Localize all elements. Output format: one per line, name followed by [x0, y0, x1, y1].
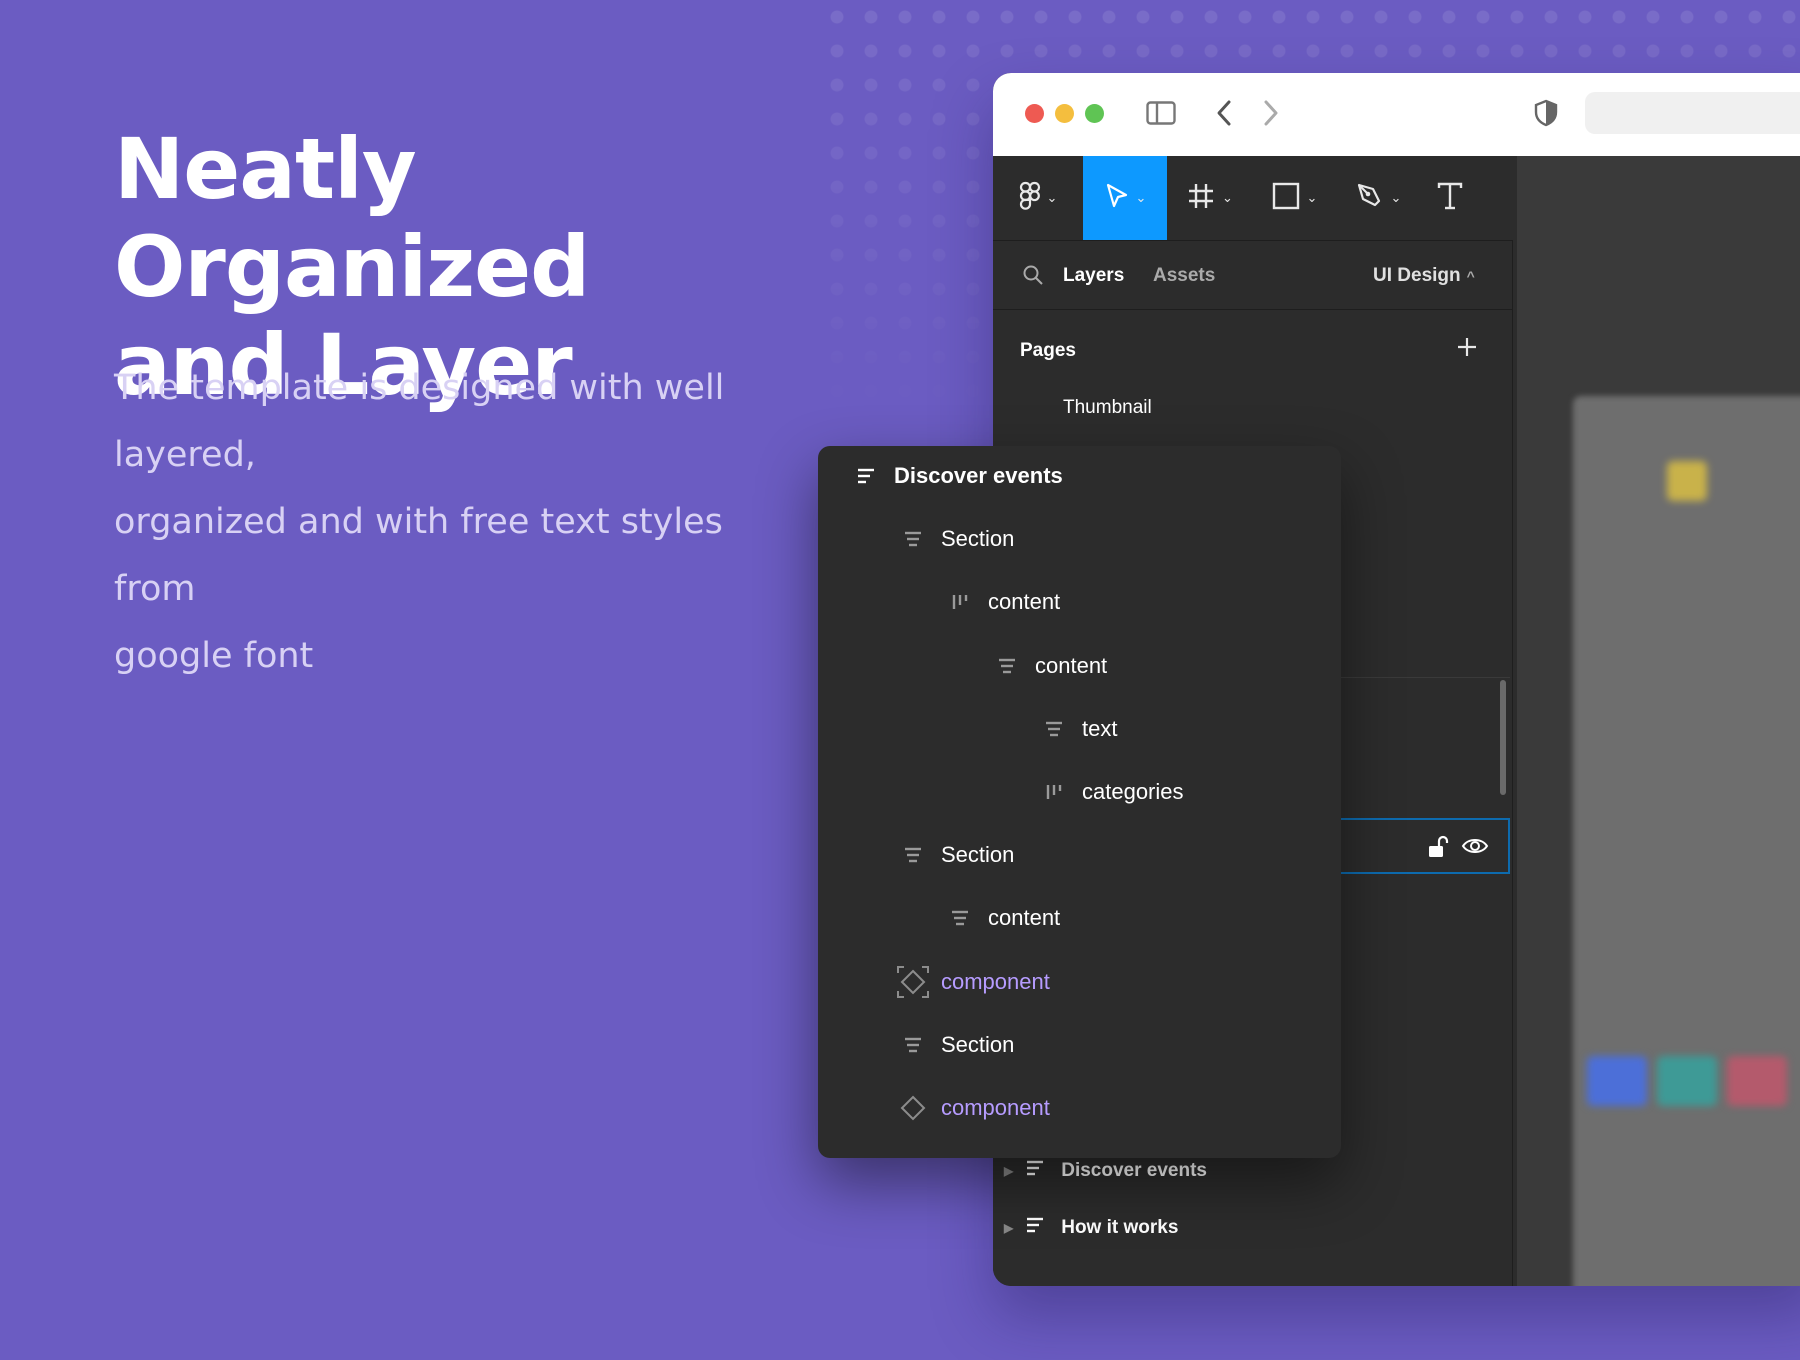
- figma-menu-icon: [1019, 181, 1041, 216]
- frame-vertical-icon: [895, 521, 931, 557]
- component-icon: [895, 1090, 931, 1126]
- frame-horizontal-icon: [942, 584, 978, 620]
- frame-vertical-icon: [848, 458, 884, 494]
- browser-titlebar: [993, 73, 1800, 156]
- canvas-shape: [1727, 1056, 1787, 1106]
- forward-arrow-icon[interactable]: [1256, 95, 1286, 131]
- figma-menu-button[interactable]: ⌄: [993, 156, 1083, 240]
- canvas-shape: [1587, 1056, 1647, 1106]
- frame-tool-button[interactable]: ⌄: [1167, 156, 1252, 240]
- frame-vertical-icon: [895, 837, 931, 873]
- layer-row[interactable]: content: [942, 898, 1060, 938]
- chevron-down-icon: ⌄: [1390, 190, 1402, 205]
- description-line-2: organized and with free text styles from: [114, 502, 723, 609]
- close-window-button[interactable]: [1025, 104, 1044, 123]
- layer-tree-popout: Discover events Section content content text…: [818, 446, 1341, 1158]
- chevron-up-icon: ^: [1466, 268, 1475, 284]
- page-selector[interactable]: UI Design ^: [1373, 265, 1475, 287]
- back-arrow-icon[interactable]: [1209, 95, 1239, 131]
- layer-row[interactable]: text: [1036, 709, 1117, 749]
- layer-label: text: [1082, 715, 1118, 741]
- component-instance-icon: [895, 964, 931, 1000]
- layer-label: How it works: [1061, 1217, 1179, 1238]
- pen-tool-icon: [1355, 181, 1385, 216]
- layer-label: content: [988, 905, 1061, 931]
- layer-row[interactable]: Section: [895, 1025, 1014, 1065]
- scrollbar[interactable]: [1500, 680, 1506, 795]
- minimize-window-button[interactable]: [1055, 104, 1074, 123]
- unlock-icon[interactable]: [1427, 835, 1449, 864]
- add-page-icon[interactable]: [1455, 335, 1479, 364]
- title-line-1: Neatly Organized: [114, 120, 590, 316]
- layer-label: Section: [941, 526, 1015, 552]
- layer-label: Discover events: [894, 463, 1063, 488]
- move-tool-icon: [1104, 182, 1130, 215]
- layer-label: content: [1035, 652, 1108, 678]
- layer-row[interactable]: Section: [895, 519, 1014, 559]
- rectangle-tool-button[interactable]: ⌄: [1252, 156, 1336, 240]
- canvas-artboard: [1573, 396, 1800, 1286]
- search-icon[interactable]: [1022, 264, 1044, 292]
- layer-label: Section: [941, 1031, 1015, 1057]
- chevron-down-icon: ⌄: [1222, 190, 1233, 205]
- canvas-shape: [1667, 461, 1707, 501]
- layer-row[interactable]: Discover events: [848, 456, 1063, 496]
- frame-vertical-icon: [942, 900, 978, 936]
- layer-row-how-it-works[interactable]: ▶ How it works: [993, 1203, 1510, 1253]
- frame-horizontal-icon: [1036, 774, 1072, 810]
- layer-row[interactable]: content: [989, 646, 1107, 686]
- layer-label: component: [941, 1095, 1050, 1120]
- layer-label: component: [941, 968, 1050, 994]
- page-description: The template is designed with well layer…: [114, 355, 814, 690]
- expand-arrow-icon[interactable]: ▶: [1004, 1221, 1013, 1235]
- maximize-window-button[interactable]: [1085, 104, 1104, 123]
- expand-arrow-icon[interactable]: ▶: [1004, 1164, 1013, 1178]
- canvas-shape: [1657, 1056, 1717, 1106]
- frame-vertical-icon: [1025, 1215, 1045, 1241]
- chevron-down-icon: ⌄: [1306, 190, 1318, 205]
- move-tool-button[interactable]: ⌄: [1083, 156, 1167, 240]
- figma-toolbar: ⌄ ⌄ ⌄ ⌄ ⌄: [993, 156, 1517, 240]
- layer-row[interactable]: content: [942, 582, 1060, 622]
- description-line-1: The template is designed with well layer…: [114, 368, 725, 475]
- layer-row[interactable]: component: [895, 962, 1050, 1002]
- pen-tool-button[interactable]: ⌄: [1336, 156, 1420, 240]
- text-tool-icon: [1436, 181, 1464, 216]
- layer-label: Discover events: [1061, 1160, 1207, 1181]
- layer-row[interactable]: component: [895, 1088, 1050, 1128]
- page-item-thumbnail[interactable]: Thumbnail: [1063, 397, 1152, 419]
- layer-row[interactable]: categories: [1036, 772, 1184, 812]
- frame-tool-icon: [1186, 181, 1216, 216]
- frame-vertical-icon: [1025, 1158, 1045, 1184]
- frame-vertical-icon: [895, 1027, 931, 1063]
- layer-label: Section: [941, 842, 1015, 868]
- text-tool-button[interactable]: [1420, 156, 1480, 240]
- panel-header: Layers Assets UI Design ^: [993, 240, 1512, 310]
- sidebar-icon[interactable]: [1143, 95, 1179, 131]
- layer-label: content: [988, 589, 1061, 615]
- rectangle-tool-icon: [1271, 181, 1301, 216]
- layer-label: categories: [1082, 779, 1184, 804]
- pages-heading: Pages: [1020, 340, 1076, 361]
- tab-assets[interactable]: Assets: [1153, 265, 1215, 287]
- chevron-down-icon: ⌄: [1046, 190, 1058, 205]
- chevron-down-icon: ⌄: [1135, 190, 1147, 205]
- tab-layers[interactable]: Layers: [1063, 265, 1124, 287]
- eye-icon[interactable]: [1461, 836, 1489, 861]
- page-selector-label: UI Design: [1373, 265, 1461, 286]
- canvas-area[interactable]: [1517, 156, 1800, 1286]
- frame-vertical-icon: [1036, 711, 1072, 747]
- description-line-3: google font: [114, 636, 314, 676]
- shield-icon[interactable]: [1531, 95, 1561, 131]
- address-bar[interactable]: [1585, 92, 1800, 134]
- layer-row[interactable]: Section: [895, 835, 1014, 875]
- frame-vertical-icon: [989, 648, 1025, 684]
